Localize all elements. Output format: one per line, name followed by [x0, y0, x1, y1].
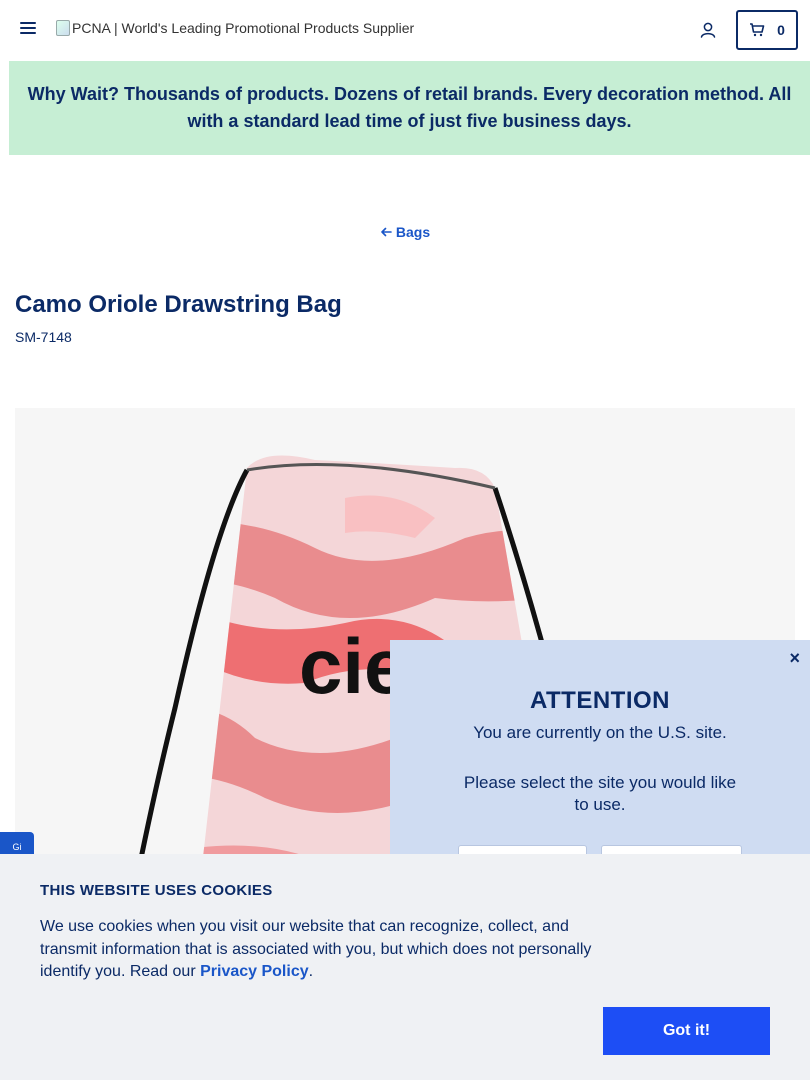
cart-button[interactable]: 0	[736, 10, 798, 50]
cart-count: 0	[777, 22, 785, 38]
shopping-cart-icon	[750, 23, 765, 37]
close-icon[interactable]: ×	[789, 648, 800, 669]
got-it-button[interactable]: Got it!	[603, 1007, 770, 1055]
cookie-banner-text: We use cookies when you visit our websit…	[40, 916, 610, 984]
broken-image-icon	[56, 20, 70, 36]
feedback-tab-label: Gi	[12, 842, 22, 852]
popup-current-site-text: You are currently on the U.S. site.	[473, 723, 727, 742]
product-sku: SM-7148	[15, 329, 72, 345]
popup-title: ATTENTION	[529, 687, 671, 714]
site-logo[interactable]: PCNA | World's Leading Promotional Produ…	[56, 20, 414, 36]
promo-text: Why Wait? Thousands of products. Dozens …	[27, 84, 792, 131]
arrow-left-icon	[381, 227, 392, 237]
privacy-policy-link[interactable]: Privacy Policy	[200, 963, 309, 980]
cookie-text-body: We use cookies when you visit our websit…	[40, 918, 592, 980]
site-selector-popup: × ATTENTION You are currently on the U.S…	[390, 640, 810, 875]
user-account-icon[interactable]	[699, 21, 717, 39]
cookie-banner: THIS WEBSITE USES COOKIES We use cookies…	[0, 854, 810, 1080]
breadcrumb[interactable]: Bags	[0, 224, 810, 240]
logo-alt-text: PCNA | World's Leading Promotional Produ…	[72, 20, 415, 36]
site-header: PCNA | World's Leading Promotional Produ…	[0, 0, 810, 60]
promo-banner: Why Wait? Thousands of products. Dozens …	[9, 61, 810, 155]
cookie-text-end: .	[308, 963, 314, 980]
breadcrumb-link-bags[interactable]: Bags	[396, 224, 430, 240]
cookie-banner-title: THIS WEBSITE USES COOKIES	[40, 882, 273, 899]
hamburger-menu-icon[interactable]	[20, 22, 36, 38]
popup-instruction-text: Please select the site you would like to…	[463, 773, 737, 814]
product-title: Camo Oriole Drawstring Bag	[15, 291, 342, 318]
